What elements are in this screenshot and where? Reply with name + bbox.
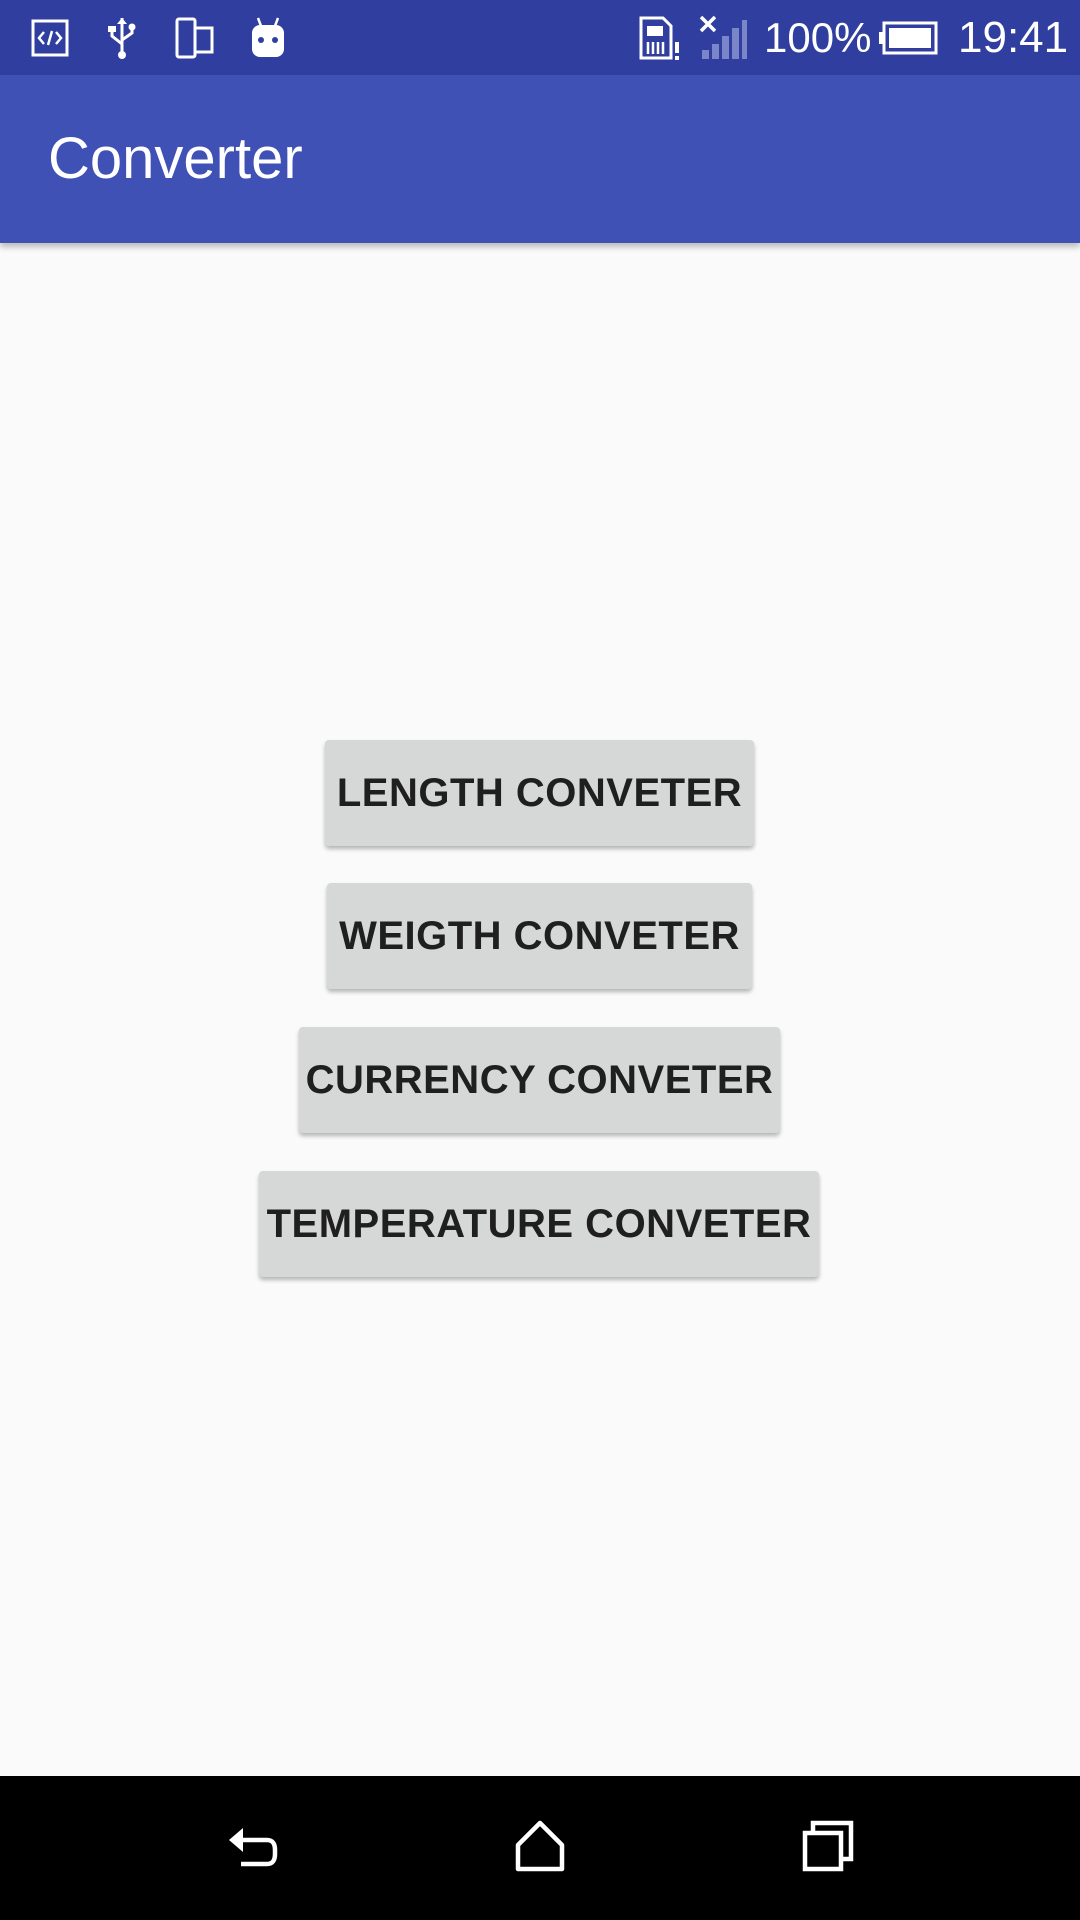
android-debug-icon	[246, 0, 290, 75]
status-time: 19:41	[958, 13, 1069, 62]
battery-icon	[877, 0, 939, 75]
currency-converter-button[interactable]: CURRENCY CONVETER	[299, 1027, 780, 1133]
back-button[interactable]	[173, 1776, 333, 1920]
screen: 100% 19:41 Converter LENGTH CONVETER WEI…	[0, 0, 1080, 1920]
recents-button[interactable]	[748, 1776, 908, 1920]
temperature-converter-button[interactable]: TEMPERATURE CONVETER	[259, 1171, 819, 1277]
home-button[interactable]	[460, 1776, 620, 1920]
usb-icon	[102, 0, 142, 75]
battery-percent: 100%	[764, 14, 872, 61]
navigation-bar	[0, 1776, 1080, 1920]
no-signal-icon	[697, 0, 749, 75]
recents-icon	[801, 1819, 855, 1878]
sim-alert-icon	[636, 0, 682, 75]
code-icon	[30, 0, 70, 75]
length-converter-button[interactable]: LENGTH CONVETER	[325, 740, 754, 846]
weight-converter-button[interactable]: WEIGTH CONVETER	[327, 883, 752, 989]
status-bar: 100% 19:41	[0, 0, 1080, 75]
app-title: Converter	[48, 126, 303, 191]
app-bar: Converter	[0, 75, 1080, 243]
device-icon	[173, 0, 217, 75]
home-icon	[513, 1819, 567, 1878]
back-icon	[225, 1818, 281, 1879]
